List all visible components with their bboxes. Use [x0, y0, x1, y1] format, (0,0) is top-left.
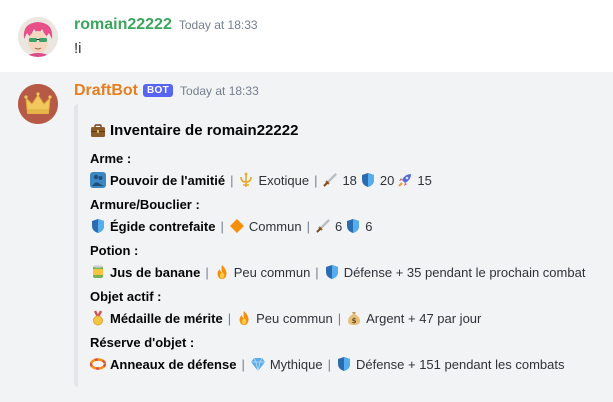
bot-username[interactable]: DraftBot [74, 82, 138, 100]
field-name-potion: Potion : [90, 243, 139, 258]
bot-tag: BOT [143, 84, 174, 97]
field-name-objet-actif: Objet actif : [90, 289, 162, 304]
shield-icon [324, 264, 340, 280]
user-avatar[interactable] [18, 17, 58, 57]
medal-icon [90, 310, 106, 326]
embed-title: Inventaire de romain22222 [90, 122, 298, 139]
shield-icon [345, 218, 361, 234]
inventory-embed: Inventaire de romain22222 Arme : Pouvoir… [74, 104, 592, 387]
canned-food-icon [90, 264, 106, 280]
username[interactable]: romain22222 [74, 16, 172, 34]
shield-icon [336, 356, 352, 372]
field-value-armure: Égide contrefaite | Commun | 6 6 [90, 218, 372, 234]
field-name-reserve: Réserve d'objet : [90, 335, 195, 350]
people-hugging-icon [90, 172, 106, 188]
dagger-icon [322, 172, 338, 188]
field-name-arme: Arme : [90, 151, 132, 166]
gem-icon [250, 356, 266, 372]
field-value-potion: Jus de banane | Peu commun | Défense + 3… [90, 264, 585, 280]
trident-emblem-icon [238, 172, 254, 188]
field-value-objet-actif: Médaille de mérite | Peu commun | $ Arge… [90, 310, 481, 326]
svg-text:$: $ [352, 317, 357, 325]
dagger-icon [315, 218, 331, 234]
shield-icon [360, 172, 376, 188]
ring-buoy-icon [90, 356, 106, 372]
message-content: !i [74, 40, 82, 57]
field-value-reserve: Anneaux de défense | Mythique | Défense … [90, 356, 564, 372]
bot-avatar[interactable] [18, 84, 58, 124]
field-name-armure: Armure/Bouclier : [90, 197, 200, 212]
shield-icon [90, 218, 106, 234]
orange-diamond-icon [229, 218, 245, 234]
timestamp: Today at 18:33 [180, 84, 259, 98]
rocket-icon [397, 172, 413, 188]
fire-icon [214, 264, 230, 280]
field-value-arme: Pouvoir de l'amitié | Exotique | 18 20 1… [90, 172, 432, 188]
fire-icon [236, 310, 252, 326]
message-user: romain22222 Today at 18:33 !i [0, 0, 613, 72]
money-bag-icon: $ [346, 310, 362, 326]
message-bot: DraftBot BOT Today at 18:33 Inventaire d… [0, 72, 613, 402]
timestamp: Today at 18:33 [178, 18, 258, 32]
briefcase-icon [90, 123, 106, 139]
